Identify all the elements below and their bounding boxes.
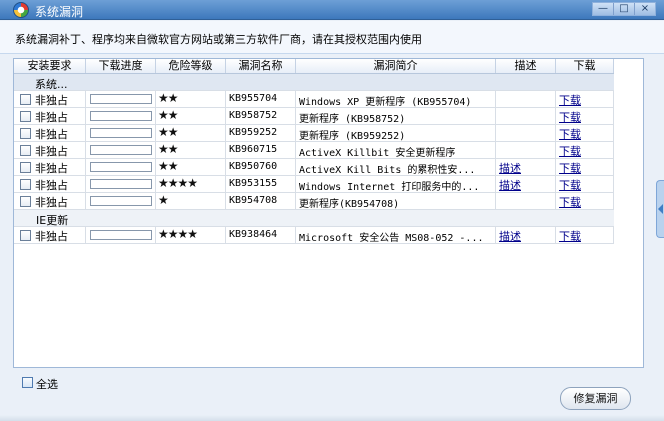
window-controls: — □ × — [592, 2, 656, 16]
kb-number: KB950760 — [229, 161, 278, 172]
vulnerability-summary: Windows XP 更新程序 (KB955704) — [299, 97, 472, 107]
description-link[interactable]: 描述 — [499, 160, 521, 175]
banner-text: 系统漏洞补丁、程序均来自微软官方网站或第三方软件厂商，请在其授权范围内使用 — [15, 33, 422, 46]
download-link[interactable]: 下载 — [559, 126, 581, 141]
vulnerability-summary: 更新程序 (KB959252) — [299, 131, 406, 141]
title-bar: 系统漏洞 — □ × — [0, 0, 664, 20]
kb-number: KB959252 — [229, 127, 278, 138]
kb-number: KB960715 — [229, 144, 278, 155]
row-checkbox[interactable] — [20, 230, 31, 241]
download-link[interactable]: 下载 — [559, 143, 581, 158]
install-mode: 非独占 — [35, 94, 68, 107]
side-expand-handle[interactable] — [656, 180, 664, 238]
download-link[interactable]: 下载 — [559, 92, 581, 107]
table-row: 非独占 ★★ KB955704 Windows XP 更新程序 (KB95570… — [14, 91, 614, 108]
download-link[interactable]: 下载 — [559, 109, 581, 124]
vulnerability-summary: 更新程序(KB954708) — [299, 199, 400, 209]
row-checkbox[interactable] — [20, 162, 31, 173]
download-progress-bar — [90, 196, 152, 206]
download-link[interactable]: 下载 — [559, 194, 581, 209]
info-banner: 系统漏洞补丁、程序均来自微软官方网站或第三方软件厂商，请在其授权范围内使用 — [0, 21, 664, 54]
group-label-system: 系统... — [35, 78, 68, 91]
table-row: 非独占 ★★★★ KB938464 Microsoft 安全公告 MS08-05… — [14, 227, 614, 244]
repair-vulnerabilities-button[interactable]: 修复漏洞 — [560, 387, 631, 410]
install-mode: 非独占 — [35, 179, 68, 192]
download-progress-bar — [90, 145, 152, 155]
download-progress-bar — [90, 94, 152, 104]
download-progress-bar — [90, 179, 152, 189]
vulnerability-summary: Microsoft 安全公告 MS08-052 -... — [299, 233, 484, 243]
install-mode: 非独占 — [35, 128, 68, 141]
bottom-edge — [0, 415, 664, 421]
risk-stars: ★★ — [158, 91, 178, 105]
install-mode: 非独占 — [35, 162, 68, 175]
row-checkbox[interactable] — [20, 145, 31, 156]
download-link[interactable]: 下载 — [559, 160, 581, 175]
vulnerability-summary: Windows Internet 打印服务中的... — [299, 182, 480, 192]
download-progress-bar — [90, 111, 152, 121]
row-checkbox[interactable] — [20, 179, 31, 190]
table-header: 安装要求 下载进度 危险等级 漏洞名称 漏洞简介 描述 下载 — [14, 59, 614, 74]
select-all-label: 全选 — [36, 378, 58, 391]
system-vulnerability-window: 系统漏洞 — □ × 系统漏洞补丁、程序均来自微软官方网站或第三方软件厂商，请在… — [0, 0, 664, 421]
table-row: 非独占 ★★ KB950760 ActiveX Kill Bits 的累积性安.… — [14, 159, 614, 176]
vulnerability-summary: ActiveX Killbit 安全更新程序 — [299, 148, 456, 158]
row-checkbox[interactable] — [20, 128, 31, 139]
group-label-ie: IE更新 — [36, 214, 69, 227]
group-row-system[interactable]: 系统... — [14, 74, 614, 91]
table-row: 非独占 ★ KB954708 更新程序(KB954708) 下载 — [14, 193, 614, 210]
install-mode: 非独占 — [35, 111, 68, 124]
app-icon — [13, 2, 29, 18]
table-row: 非独占 ★★ KB960715 ActiveX Killbit 安全更新程序 下… — [14, 142, 614, 159]
download-link[interactable]: 下载 — [559, 228, 581, 243]
vulnerability-summary: 更新程序 (KB958752) — [299, 114, 406, 124]
risk-stars: ★★★★ — [158, 227, 198, 241]
download-progress-bar — [90, 128, 152, 138]
risk-stars: ★★ — [158, 108, 178, 122]
risk-stars: ★★ — [158, 125, 178, 139]
kb-number: KB938464 — [229, 229, 278, 240]
kb-number: KB953155 — [229, 178, 278, 189]
table-row: 非独占 ★★★★ KB953155 Windows Internet 打印服务中… — [14, 176, 614, 193]
vulnerability-table: 安装要求 下载进度 危险等级 漏洞名称 漏洞简介 描述 下载 系统... 非独占… — [13, 58, 644, 368]
risk-stars: ★ — [158, 193, 169, 207]
select-all-checkbox[interactable] — [22, 377, 33, 388]
header-install-requirement[interactable]: 安装要求 — [14, 59, 86, 73]
install-mode: 非独占 — [35, 230, 68, 243]
risk-stars: ★★★★ — [158, 176, 198, 190]
row-checkbox[interactable] — [20, 196, 31, 207]
header-download[interactable]: 下载 — [556, 59, 614, 73]
description-link[interactable]: 描述 — [499, 177, 521, 192]
kb-number: KB955704 — [229, 93, 278, 104]
description-link[interactable]: 描述 — [499, 228, 521, 243]
maximize-button[interactable]: □ — [614, 3, 635, 15]
header-vulnerability-name[interactable]: 漏洞名称 — [226, 59, 296, 73]
minimize-button[interactable]: — — [593, 3, 614, 15]
install-mode: 非独占 — [35, 196, 68, 209]
header-download-progress[interactable]: 下载进度 — [86, 59, 156, 73]
kb-number: KB954708 — [229, 195, 278, 206]
download-link[interactable]: 下载 — [559, 177, 581, 192]
close-button[interactable]: × — [635, 3, 655, 15]
table-row: 非独占 ★★ KB958752 更新程序 (KB958752) 下载 — [14, 108, 614, 125]
group-row-ie[interactable]: IE更新 — [14, 210, 614, 227]
kb-number: KB958752 — [229, 110, 278, 121]
table-row: 非独占 ★★ KB959252 更新程序 (KB959252) 下载 — [14, 125, 614, 142]
install-mode: 非独占 — [35, 145, 68, 158]
vulnerability-summary: ActiveX Kill Bits 的累积性安... — [299, 165, 476, 175]
download-progress-bar — [90, 162, 152, 172]
row-checkbox[interactable] — [20, 94, 31, 105]
window-title: 系统漏洞 — [35, 5, 84, 19]
row-checkbox[interactable] — [20, 111, 31, 122]
header-risk-level[interactable]: 危险等级 — [156, 59, 226, 73]
risk-stars: ★★ — [158, 142, 178, 156]
download-progress-bar — [90, 230, 152, 240]
risk-stars: ★★ — [158, 159, 178, 173]
header-description[interactable]: 描述 — [496, 59, 556, 73]
header-vulnerability-summary[interactable]: 漏洞简介 — [296, 59, 496, 73]
